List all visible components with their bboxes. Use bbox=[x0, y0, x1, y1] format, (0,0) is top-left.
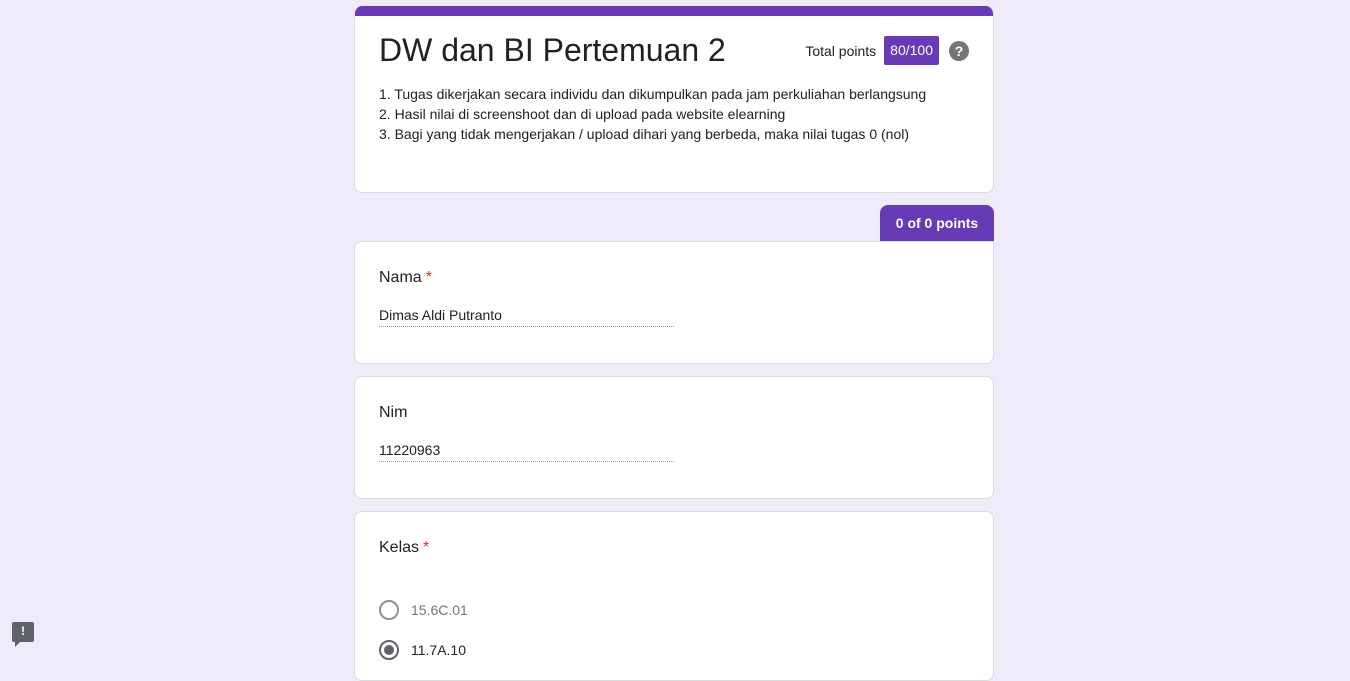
required-asterisk: * bbox=[423, 539, 430, 556]
question-card-nama: Nama * Dimas Aldi Putranto bbox=[354, 241, 994, 364]
total-points: Total points 80/100 ? bbox=[805, 36, 969, 65]
total-points-label: Total points bbox=[805, 42, 877, 59]
question-label: Nama bbox=[379, 269, 422, 286]
form-description: 1. Tugas dikerjakan secara individu dan … bbox=[379, 84, 926, 144]
question-card-nim: Nim 11220963 bbox=[354, 376, 994, 499]
answer-text: Dimas Aldi Putranto bbox=[379, 307, 674, 327]
required-asterisk: * bbox=[425, 269, 432, 286]
description-line: 3. Bagi yang tidak mengerjakan / upload … bbox=[379, 126, 909, 142]
radio-option[interactable]: 11.7A.10 bbox=[379, 638, 969, 662]
question-label: Nim bbox=[379, 404, 408, 421]
question-title: Nim bbox=[379, 377, 969, 423]
description-line: 1. Tugas dikerjakan secara individu dan … bbox=[379, 86, 927, 102]
question-title: Nama * bbox=[379, 242, 969, 288]
help-circle-icon[interactable]: ? bbox=[949, 40, 969, 61]
radio-button-checked[interactable] bbox=[379, 640, 399, 660]
form-header-card: DW dan BI Pertemuan 2 Total points 80/10… bbox=[354, 6, 994, 193]
question-card-kelas: Kelas * 15.6C.01 11.7A.10 bbox=[354, 511, 994, 681]
section-points-tab: 0 of 0 points bbox=[880, 205, 994, 241]
answer-text: 11220963 bbox=[379, 442, 674, 462]
report-feedback-icon[interactable]: ! bbox=[12, 622, 34, 647]
header-accent-bar bbox=[355, 6, 993, 16]
radio-option[interactable]: 15.6C.01 bbox=[379, 598, 969, 622]
radio-option-label: 11.7A.10 bbox=[411, 642, 467, 658]
question-title: Kelas * bbox=[379, 512, 969, 558]
radio-option-label: 15.6C.01 bbox=[411, 602, 468, 618]
form-container: DW dan BI Pertemuan 2 Total points 80/10… bbox=[354, 6, 994, 681]
radio-button[interactable] bbox=[379, 600, 399, 620]
radio-group: 15.6C.01 11.7A.10 bbox=[379, 598, 969, 662]
score-badge: 80/100 bbox=[884, 36, 939, 65]
question-label: Kelas bbox=[379, 539, 420, 556]
description-line: 2. Hasil nilai di screenshoot dan di upl… bbox=[379, 106, 786, 122]
form-title: DW dan BI Pertemuan 2 bbox=[379, 32, 726, 68]
section-points-row: 0 of 0 points bbox=[354, 205, 994, 241]
